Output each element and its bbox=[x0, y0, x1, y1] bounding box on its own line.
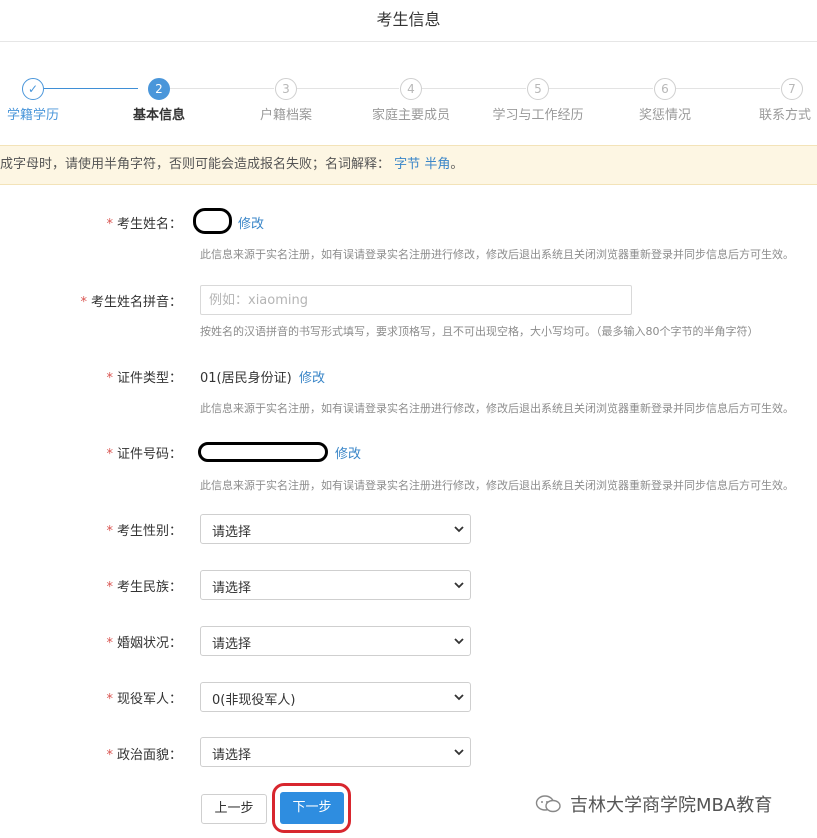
required-mark: * bbox=[106, 524, 113, 539]
military-select[interactable]: 0(非现役军人) bbox=[200, 682, 471, 712]
chevron-down-icon bbox=[454, 749, 464, 756]
chevron-down-icon bbox=[454, 526, 464, 533]
step-1-label[interactable]: 学籍学历 bbox=[0, 104, 93, 123]
notice-end: 。 bbox=[450, 157, 464, 172]
redacted-id-number bbox=[198, 442, 328, 462]
step-connector bbox=[422, 88, 526, 89]
step-2-label: 基本信息 bbox=[132, 108, 185, 123]
chevron-down-icon bbox=[454, 582, 464, 589]
political-select-value: 请选择 bbox=[212, 748, 252, 763]
military-label: * 现役军人： bbox=[106, 692, 182, 707]
notice-text: 成字母时，请使用半角字符，否则可能会造成报名失败；名词解释： bbox=[0, 157, 391, 172]
wechat-official-account-icon bbox=[535, 795, 561, 813]
chevron-down-icon bbox=[454, 638, 464, 645]
page-title: 考生信息 bbox=[376, 10, 441, 29]
required-mark: * bbox=[106, 748, 113, 763]
marital-label: * 婚姻状况： bbox=[106, 636, 182, 651]
step-5-circle: 5 bbox=[527, 78, 549, 100]
required-mark: * bbox=[106, 447, 113, 462]
redacted-name bbox=[193, 208, 232, 234]
required-mark: * bbox=[106, 580, 113, 595]
ethnicity-label: * 考生民族： bbox=[106, 580, 182, 595]
marital-select[interactable]: 请选择 bbox=[200, 626, 471, 656]
watermark-text: 吉林大学商学院MBA教育 bbox=[570, 795, 773, 816]
id-type-value: 01(居民身份证) bbox=[200, 371, 292, 386]
id-number-hint: 此信息来源于实名注册，如有误请登录实名注册进行修改，修改后退出系统且关闭浏览器重… bbox=[200, 479, 794, 492]
step-3-circle: 3 bbox=[275, 78, 297, 100]
political-label: * 政治面貌： bbox=[106, 748, 182, 763]
step-connector bbox=[676, 88, 780, 89]
notice-link-byte[interactable]: 字节 bbox=[394, 157, 420, 172]
gender-label: * 考生性别： bbox=[106, 524, 182, 539]
edit-id-number-link[interactable]: 修改 bbox=[335, 443, 361, 462]
id-number-label: * 证件号码： bbox=[106, 447, 182, 462]
required-mark: * bbox=[80, 295, 87, 310]
required-mark: * bbox=[106, 636, 113, 651]
ethnicity-select[interactable]: 请选择 bbox=[200, 570, 471, 600]
marital-select-value: 请选择 bbox=[212, 637, 252, 652]
step-3-label: 户籍档案 bbox=[259, 108, 312, 123]
pinyin-label: * 考生姓名拼音： bbox=[80, 295, 182, 310]
progress-steps: ✓ 学籍学历 2 基本信息 3 户籍档案 4 家庭主要成员 5 学习与工作经历 … bbox=[0, 42, 817, 142]
step-7-circle: 7 bbox=[781, 78, 803, 100]
notice-link-halfwidth[interactable]: 半角 bbox=[424, 157, 450, 172]
step-2-circle: 2 bbox=[148, 78, 170, 100]
step-4-label: 家庭主要成员 bbox=[371, 108, 450, 123]
step-6-label: 奖惩情况 bbox=[638, 108, 691, 123]
gender-select-value: 请选择 bbox=[212, 525, 252, 540]
step-connector bbox=[549, 88, 653, 89]
required-mark: * bbox=[106, 371, 113, 386]
edit-id-type-link[interactable]: 修改 bbox=[299, 367, 325, 386]
military-select-value: 0(非现役军人) bbox=[212, 693, 296, 708]
id-type-label: * 证件类型： bbox=[106, 371, 182, 386]
step-connector bbox=[297, 88, 399, 89]
page-header: 考生信息 bbox=[0, 0, 817, 42]
pinyin-input[interactable] bbox=[200, 285, 632, 315]
name-label: * 考生姓名： bbox=[106, 217, 182, 232]
required-mark: * bbox=[106, 217, 113, 232]
step-connector bbox=[170, 88, 274, 89]
id-type-hint: 此信息来源于实名注册，如有误请登录实名注册进行修改，修改后退出系统且关闭浏览器重… bbox=[200, 402, 794, 415]
step-7-label: 联系方式 bbox=[758, 108, 811, 123]
step-1-check-icon: ✓ bbox=[22, 78, 44, 100]
step-connector bbox=[44, 88, 138, 89]
prev-step-button[interactable]: 上一步 bbox=[201, 794, 267, 824]
name-hint: 此信息来源于实名注册，如有误请登录实名注册进行修改，修改后退出系统且关闭浏览器重… bbox=[200, 248, 794, 261]
step-6-circle: 6 bbox=[654, 78, 676, 100]
pinyin-hint: 按姓名的汉语拼音的书写形式填写，要求顶格写，且不可出现空格，大小写均可。（最多输… bbox=[200, 325, 759, 338]
step-4-circle: 4 bbox=[400, 78, 422, 100]
required-mark: * bbox=[106, 692, 113, 707]
step-5-label: 学习与工作经历 bbox=[492, 108, 584, 123]
notice-bar: 成字母时，请使用半角字符，否则可能会造成报名失败；名词解释： 字节 半角。 bbox=[0, 145, 817, 185]
ethnicity-select-value: 请选择 bbox=[212, 581, 252, 596]
political-select[interactable]: 请选择 bbox=[200, 737, 471, 767]
next-step-button[interactable]: 下一步 bbox=[280, 792, 344, 824]
gender-select[interactable]: 请选择 bbox=[200, 514, 471, 544]
edit-name-link[interactable]: 修改 bbox=[238, 213, 264, 232]
chevron-down-icon bbox=[454, 694, 464, 701]
